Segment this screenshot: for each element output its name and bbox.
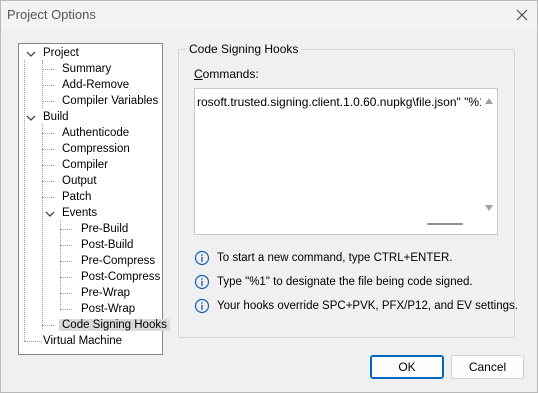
info-icon <box>194 250 210 266</box>
tree-item-output[interactable]: Output <box>62 173 97 189</box>
close-button[interactable] <box>511 5 533 25</box>
horizontal-scrollbar[interactable] <box>195 218 497 234</box>
title-bar: Project Options <box>1 1 537 29</box>
tree-item-project[interactable]: Project <box>43 45 79 61</box>
chevron-down-icon[interactable] <box>45 207 55 223</box>
cancel-button[interactable]: Cancel <box>451 355 524 379</box>
vertical-scrollbar[interactable] <box>481 89 497 220</box>
tree-item-pre-wrap[interactable]: Pre-Wrap <box>81 285 130 301</box>
tree-item-add-remove[interactable]: Add-Remove <box>62 77 129 93</box>
tree-item-pre-build[interactable]: Pre-Build <box>81 221 128 237</box>
commands-value[interactable]: rosoft.trusted.signing.client.1.0.60.nup… <box>197 95 490 109</box>
info-icon <box>194 274 210 290</box>
scroll-up-icon[interactable] <box>485 98 493 104</box>
window-title: Project Options <box>7 7 96 22</box>
options-tree[interactable]: Project Summary Add-Remove Compiler Vari… <box>18 43 170 355</box>
ok-button[interactable]: OK <box>370 355 444 379</box>
tree-item-virtual-machine[interactable]: Virtual Machine <box>43 333 122 349</box>
tree-item-pre-compress[interactable]: Pre-Compress <box>81 253 155 269</box>
close-icon <box>516 9 528 21</box>
horizontal-scroll-thumb[interactable] <box>427 223 463 225</box>
tree-item-compiler-variables[interactable]: Compiler Variables <box>62 93 158 109</box>
commands-textarea[interactable]: rosoft.trusted.signing.client.1.0.60.nup… <box>194 88 498 235</box>
scroll-down-icon[interactable] <box>485 205 493 211</box>
chevron-down-icon[interactable] <box>26 111 36 127</box>
tree-item-build[interactable]: Build <box>43 109 69 125</box>
tree-item-code-signing-hooks[interactable]: Code Signing Hooks <box>59 317 170 333</box>
tree-item-compiler[interactable]: Compiler <box>62 157 108 173</box>
tree-item-post-build[interactable]: Post-Build <box>81 237 133 253</box>
tree-item-events[interactable]: Events <box>62 205 97 221</box>
project-options-dialog: Project Options Project Summary Add-Remo… <box>0 0 538 393</box>
tree-item-patch[interactable]: Patch <box>62 189 91 205</box>
commands-label: Commands: <box>194 67 259 81</box>
info-icon <box>194 298 210 314</box>
tree-item-authenticode[interactable]: Authenticode <box>62 125 129 141</box>
tree-item-summary[interactable]: Summary <box>62 61 111 77</box>
tree-item-post-compress[interactable]: Post-Compress <box>81 269 160 285</box>
group-title: Code Signing Hooks <box>186 42 302 56</box>
tree-item-compression[interactable]: Compression <box>62 141 130 157</box>
chevron-down-icon[interactable] <box>26 47 36 63</box>
tree-item-post-wrap[interactable]: Post-Wrap <box>81 301 135 317</box>
